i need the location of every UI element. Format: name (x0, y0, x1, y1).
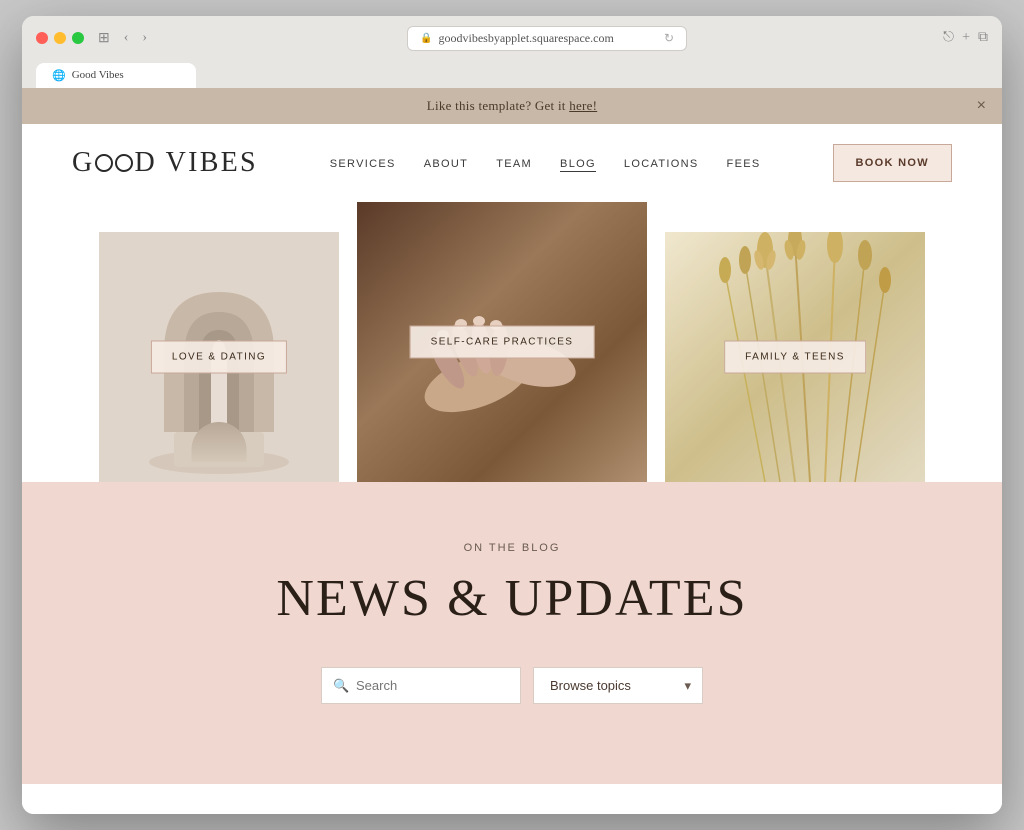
website-content: Like this template? Get it here! × GD VI… (22, 88, 1002, 814)
tab-title: Good Vibes (72, 69, 124, 81)
nav-about[interactable]: ABOUT (424, 158, 469, 170)
announcement-text: Like this template? Get it here! (427, 98, 597, 113)
nav-team[interactable]: TEAM (496, 158, 532, 170)
blog-card-love[interactable]: LOVE & DATING (99, 232, 339, 482)
nav-locations[interactable]: LOCATIONS (624, 158, 699, 170)
announcement-bar: Like this template? Get it here! × (22, 88, 1002, 124)
back-icon[interactable]: ‹ (120, 28, 133, 48)
browser-tab[interactable]: 🌐 Good Vibes (36, 63, 196, 88)
reload-icon[interactable]: ↻ (664, 31, 674, 46)
nav-blog[interactable]: BLOG (560, 158, 596, 172)
blog-title: NEWS & UPDATES (72, 570, 952, 627)
blog-search-row: 🔍 Browse topics (72, 667, 952, 704)
blog-card-selfcare[interactable]: SELF-CARE PRACTICES (357, 202, 647, 482)
browse-topics-select[interactable]: Browse topics (533, 667, 703, 704)
site-logo[interactable]: GD VIBES (72, 147, 258, 179)
sidebar-toggle-icon[interactable]: ⊞ (94, 28, 114, 49)
announcement-link[interactable]: here! (569, 98, 597, 113)
browser-controls: ⊞ ‹ › (94, 28, 151, 49)
tab-favicon: 🌐 (52, 69, 66, 82)
share-icon[interactable]: ⎋ (943, 30, 954, 46)
address-bar[interactable]: 🔒 goodvibesbyapplet.squarespace.com ↻ (407, 26, 687, 51)
nav-links: SERVICES ABOUT TEAM BLOG LOCATIONS FEES (330, 154, 761, 172)
browse-topics-wrapper: Browse topics (533, 667, 703, 704)
browser-chrome: ⊞ ‹ › 🔒 goodvibesbyapplet.squarespace.co… (22, 16, 1002, 88)
search-wrapper: 🔍 (321, 667, 521, 704)
bottom-strip (22, 784, 1002, 814)
announcement-close-button[interactable]: × (977, 97, 986, 115)
card-label-selfcare: SELF-CARE PRACTICES (410, 325, 595, 358)
blog-subtitle: ON THE BLOG (72, 542, 952, 554)
nav-services[interactable]: SERVICES (330, 158, 396, 170)
card-label-family: FAMILY & TEENS (724, 340, 866, 373)
search-input[interactable] (321, 667, 521, 704)
search-icon: 🔍 (333, 678, 349, 694)
forward-icon[interactable]: › (138, 28, 151, 48)
tabs-icon[interactable]: ⧉ (978, 30, 988, 46)
nav-fees[interactable]: FEES (727, 158, 761, 170)
browser-window: ⊞ ‹ › 🔒 goodvibesbyapplet.squarespace.co… (22, 16, 1002, 814)
blog-cards-section: LOVE & DATING (22, 202, 1002, 482)
main-nav: GD VIBES SERVICES ABOUT TEAM BLOG LOCATI… (22, 124, 1002, 202)
lock-icon: 🔒 (420, 33, 432, 44)
minimize-button[interactable] (54, 32, 66, 44)
browser-actions: ⎋ + ⧉ (943, 30, 988, 46)
blog-section: ON THE BLOG NEWS & UPDATES 🔍 Browse topi… (22, 482, 1002, 784)
traffic-lights (36, 32, 84, 44)
url-text: goodvibesbyapplet.squarespace.com (439, 31, 614, 46)
new-tab-icon[interactable]: + (962, 30, 970, 46)
card-label-love: LOVE & DATING (151, 340, 287, 373)
close-button[interactable] (36, 32, 48, 44)
book-now-button[interactable]: BOOK NOW (833, 144, 953, 182)
blog-card-family[interactable]: FAMILY & TEENS (665, 232, 925, 482)
maximize-button[interactable] (72, 32, 84, 44)
